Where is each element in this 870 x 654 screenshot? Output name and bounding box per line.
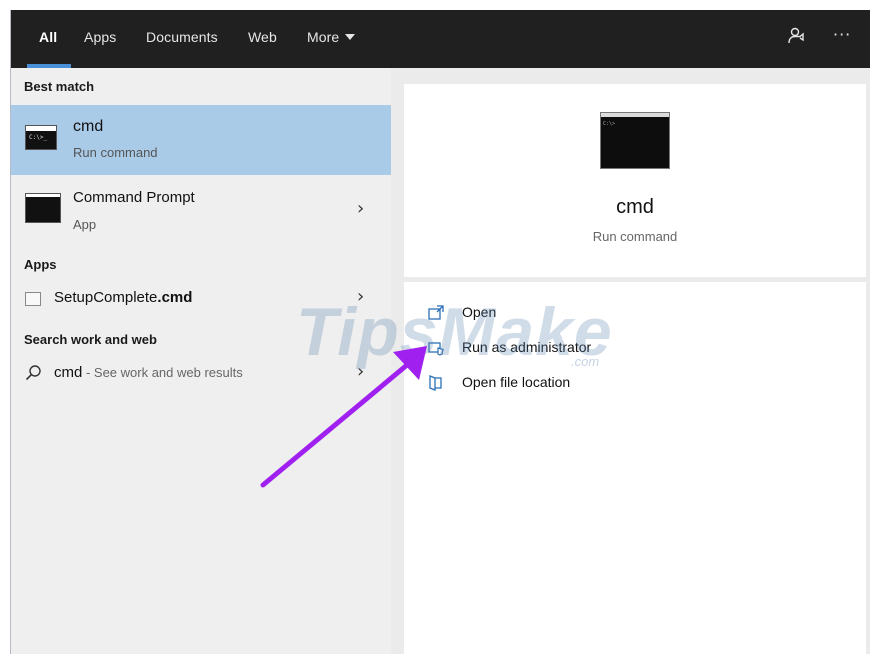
action-label: Open [462, 304, 497, 320]
app-name-ext: .cmd [157, 289, 193, 306]
more-options-icon[interactable]: ··· [833, 25, 851, 44]
detail-title: cmd [616, 196, 654, 218]
svg-text:C:\>_: C:\>_ [29, 134, 47, 141]
tab-apps[interactable]: Apps [84, 29, 116, 45]
apps-heading: Apps [24, 257, 57, 272]
result-title: cmd [73, 118, 104, 135]
web-query: cmd [54, 364, 83, 381]
chevron-right-icon[interactable]: › [357, 286, 364, 307]
open-icon [428, 305, 444, 321]
tab-more[interactable]: More [307, 29, 356, 45]
best-match-heading: Best match [24, 79, 95, 94]
detail-actions-card: Open Run as administrator Open file loca… [404, 282, 866, 654]
detail-subtitle: Run command [592, 229, 678, 244]
chevron-right-icon[interactable]: › [357, 198, 364, 219]
tab-all[interactable]: All [39, 29, 57, 45]
action-open-file-location[interactable]: Open file location [428, 373, 648, 395]
svg-text:C:\>: C:\> [603, 121, 615, 127]
feedback-icon[interactable] [787, 27, 805, 49]
app-result-name: SetupComplete.cmd [54, 289, 192, 306]
search-web-heading: Search work and web [24, 332, 157, 347]
app-name-prefix: SetupComplete [54, 289, 158, 306]
chevron-down-icon [345, 34, 356, 40]
folder-icon [428, 375, 444, 391]
detail-header-card: C:\> cmd Run command [404, 84, 866, 277]
result-setupcomplete[interactable]: SetupComplete.cmd › [11, 284, 391, 316]
result-web-search[interactable]: cmd - See work and web results › [11, 358, 391, 390]
action-label: Run as administrator [462, 339, 592, 355]
detail-pane: C:\> cmd Run command Open Run as adminis… [404, 84, 866, 654]
terminal-icon [25, 193, 61, 223]
results-pane: Best match C:\>_ cmd Run command Command… [11, 68, 391, 654]
result-subtitle: App [73, 217, 97, 232]
result-cmd[interactable]: C:\>_ cmd Run command [11, 105, 391, 175]
result-command-prompt[interactable]: Command Prompt App › [11, 176, 391, 246]
search-scope-bar: All Apps Documents Web More ··· [11, 10, 870, 68]
action-label: Open file location [462, 374, 571, 390]
chevron-right-icon[interactable]: › [357, 361, 364, 382]
terminal-icon: C:\> [600, 112, 670, 169]
result-subtitle: Run command [73, 145, 158, 160]
tab-web[interactable]: Web [248, 29, 277, 45]
action-run-as-administrator[interactable]: Run as administrator [428, 338, 648, 360]
search-icon [25, 364, 43, 386]
tab-documents[interactable]: Documents [146, 29, 218, 45]
web-result-text: cmd - See work and web results [54, 364, 243, 381]
terminal-icon: C:\>_ [25, 125, 57, 150]
start-search-window: All Apps Documents Web More ··· Best mat… [10, 10, 870, 654]
file-icon [25, 292, 41, 306]
tab-more-label: More [307, 29, 340, 45]
action-open[interactable]: Open [428, 303, 628, 325]
result-title: Command Prompt [73, 189, 195, 206]
shield-icon [428, 340, 444, 356]
web-hint: - See work and web results [82, 365, 243, 380]
